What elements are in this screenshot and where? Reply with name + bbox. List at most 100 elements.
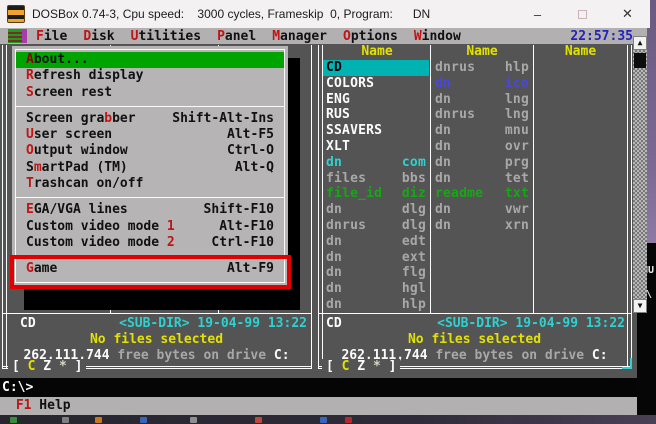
file-row-dn-edt[interactable]: dnedt bbox=[323, 234, 429, 250]
file-row-dn-ico[interactable]: dnico bbox=[432, 76, 532, 92]
taskbar-icon bbox=[190, 417, 197, 423]
right-panel-border bbox=[318, 45, 319, 369]
maximize-button[interactable] bbox=[560, 0, 605, 28]
menu-shortcut: Alt-F9 bbox=[227, 261, 274, 277]
menubar-item-options[interactable]: Options bbox=[343, 29, 398, 44]
menu-item-screen-grabber[interactable]: Screen grabberShift-Alt-Ins bbox=[16, 111, 284, 127]
menu-item-custom-video-mode-1[interactable]: Custom video mode 1Alt-F10 bbox=[16, 219, 284, 235]
left-panel-dir-info: <SUB-DIR> 19-04-99 13:22 bbox=[119, 316, 307, 332]
column-header-name: Name bbox=[535, 45, 626, 60]
menu-item-screen-rest[interactable]: Screen rest bbox=[16, 85, 284, 101]
file-column-1: CDCOLORSENGRUSSSAVERSXLTdncomfilesbbsfil… bbox=[323, 60, 429, 313]
menu-shortcut: Alt-F10 bbox=[219, 219, 274, 235]
left-panel-current-dir: CD bbox=[20, 316, 36, 332]
file-column-3 bbox=[535, 60, 626, 313]
menu-items: About...Refresh displayScreen rest Screen… bbox=[15, 49, 285, 283]
file-row-dn-tet[interactable]: dntet bbox=[432, 171, 532, 187]
menu-item-game[interactable]: GameAlt-F9 bbox=[16, 261, 284, 277]
menu-shortcut: Alt-F5 bbox=[227, 127, 274, 143]
column-header-name: Name bbox=[432, 45, 532, 60]
minimize-button[interactable]: – bbox=[515, 0, 560, 28]
file-row-file_id-diz[interactable]: file_iddiz bbox=[323, 186, 429, 202]
file-row-RUS[interactable]: RUS bbox=[323, 107, 429, 123]
scrollbar-thumb[interactable] bbox=[634, 53, 646, 68]
menu-item-user-screen[interactable]: User screenAlt-F5 bbox=[16, 127, 284, 143]
right-panel-drive-tag[interactable]: [ C Z * ] bbox=[322, 359, 400, 374]
dos-screen: FileDiskUtilitiesPanelManagerOptionsWind… bbox=[0, 28, 647, 415]
file-column-2: dnrushlpdnicodnlngdnruslngdnmnudnovrdnpr… bbox=[432, 60, 532, 313]
scroll-up-icon[interactable]: ▲ bbox=[633, 36, 647, 50]
file-row-files-bbs[interactable]: filesbbs bbox=[323, 171, 429, 187]
file-row-dnrus-dlg[interactable]: dnrusdlg bbox=[323, 218, 429, 234]
file-row-dn-ext[interactable]: dnext bbox=[323, 250, 429, 266]
left-panel-selection-status: No files selected bbox=[2, 332, 311, 348]
file-row-dn-hlp[interactable]: dnhlp bbox=[323, 297, 429, 313]
dosbox-app-icon bbox=[7, 5, 25, 23]
file-row-dn-ovr[interactable]: dnovr bbox=[432, 139, 532, 155]
file-row-dn-prg[interactable]: dnprg bbox=[432, 155, 532, 171]
desktop-wallpaper: NU :\ ▲ ▼ DOSBox 0.74-3, Cpu speed: 3000… bbox=[0, 0, 656, 424]
file-row-XLT[interactable]: XLT bbox=[323, 139, 429, 155]
file-row-dn-xrn[interactable]: dnxrn bbox=[432, 218, 532, 234]
right-panel-separator bbox=[318, 313, 631, 314]
file-row-readme-txt[interactable]: readmetxt bbox=[432, 186, 532, 202]
window-title: DOSBox 0.74-3, Cpu speed: 3000 cycles, F… bbox=[32, 7, 430, 21]
column-header-name: Name bbox=[324, 45, 430, 60]
menu-shortcut: Shift-Alt-Ins bbox=[172, 111, 274, 127]
file-row-dnrus-lng[interactable]: dnruslng bbox=[432, 107, 532, 123]
file-row-dn-com[interactable]: dncom bbox=[323, 155, 429, 171]
right-panel-right-border bbox=[631, 45, 632, 369]
file-row-dn-dlg[interactable]: dndlg bbox=[323, 202, 429, 218]
menu-shortcut: Alt-Q bbox=[235, 160, 274, 176]
taskbar-icon bbox=[62, 417, 69, 423]
file-row-dn-vwr[interactable]: dnvwr bbox=[432, 202, 532, 218]
taskbar-icon bbox=[320, 417, 327, 423]
taskbar-icon bbox=[10, 417, 17, 423]
background-scrollbar[interactable]: ▲ ▼ bbox=[633, 36, 647, 313]
left-panel-drive-tag[interactable]: [ C Z * ] bbox=[8, 359, 86, 374]
scroll-down-icon[interactable]: ▼ bbox=[633, 299, 647, 313]
system-dropdown-menu: About...Refresh displayScreen rest Screen… bbox=[12, 46, 288, 286]
menu-item-custom-video-mode-2[interactable]: Custom video mode 2Ctrl-F10 bbox=[16, 235, 284, 251]
maximize-icon bbox=[578, 10, 587, 19]
file-row-SSAVERS[interactable]: SSAVERS bbox=[323, 123, 429, 139]
taskbar-icon bbox=[95, 417, 102, 423]
taskbar-icon bbox=[140, 417, 147, 423]
left-panel-right-border bbox=[311, 45, 312, 369]
right-panel-column-divider bbox=[533, 45, 534, 313]
menubar-item-window[interactable]: Window bbox=[414, 29, 461, 44]
panel-corner-accent bbox=[622, 358, 632, 369]
menu-separator bbox=[16, 251, 284, 261]
f1-key-label: F1 bbox=[8, 398, 31, 413]
menu-shortcut: Ctrl-O bbox=[227, 143, 274, 159]
taskbar-icon bbox=[255, 417, 262, 423]
file-row-CD[interactable]: CD bbox=[323, 60, 429, 76]
menu-item-trashcan-on-off[interactable]: Trashcan on/off bbox=[16, 176, 284, 192]
function-key-bar[interactable]: F1 Help bbox=[0, 397, 648, 415]
title-bar[interactable]: DOSBox 0.74-3, Cpu speed: 3000 cycles, F… bbox=[0, 0, 650, 28]
file-row-ENG[interactable]: ENG bbox=[323, 92, 429, 108]
file-row-dn-hgl[interactable]: dnhgl bbox=[323, 281, 429, 297]
menu-item-smartpad-tm-[interactable]: SmartPad (TM)Alt-Q bbox=[16, 160, 284, 176]
file-row-dnrus-hlp[interactable]: dnrushlp bbox=[432, 60, 532, 76]
menu-item-about-[interactable]: About... bbox=[16, 52, 284, 68]
command-line[interactable]: C:\> bbox=[0, 378, 650, 397]
menu-item-output-window[interactable]: Output windowCtrl-O bbox=[16, 143, 284, 159]
clock: 22:57:35 bbox=[570, 29, 633, 44]
f1-help-label: Help bbox=[31, 398, 70, 413]
taskbar-sliver bbox=[0, 415, 656, 424]
file-row-COLORS[interactable]: COLORS bbox=[323, 76, 429, 92]
file-row-dn-flg[interactable]: dnflg bbox=[323, 265, 429, 281]
command-prompt: C:\> bbox=[2, 380, 33, 395]
menu-item-ega-vga-lines[interactable]: EGA/VGA linesShift-F10 bbox=[16, 202, 284, 218]
right-panel-current-dir: CD bbox=[326, 316, 342, 332]
menu-shortcut: Ctrl-F10 bbox=[211, 235, 274, 251]
right-panel-column-divider bbox=[430, 45, 431, 313]
file-row-dn-lng[interactable]: dnlng bbox=[432, 92, 532, 108]
menu-item-refresh-display[interactable]: Refresh display bbox=[16, 68, 284, 84]
menu-shortcut: Shift-F10 bbox=[204, 202, 274, 218]
taskbar-icon bbox=[345, 417, 352, 423]
close-button[interactable]: ✕ bbox=[605, 0, 650, 28]
right-panel-dir-info: <SUB-DIR> 19-04-99 13:22 bbox=[437, 316, 625, 332]
file-row-dn-mnu[interactable]: dnmnu bbox=[432, 123, 532, 139]
